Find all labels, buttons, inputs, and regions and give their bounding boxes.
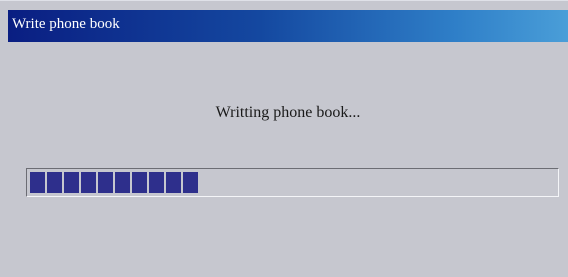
progress-segment xyxy=(64,172,79,193)
progress-segment xyxy=(149,172,164,193)
window-title: Write phone book xyxy=(12,16,120,32)
progress-segment xyxy=(98,172,113,193)
title-bar[interactable]: Write phone book xyxy=(8,10,568,42)
progress-segment xyxy=(47,172,62,193)
progress-segment xyxy=(183,172,198,193)
dialog-window: Write phone book Writting phone book... xyxy=(0,0,568,277)
progress-segment xyxy=(30,172,45,193)
progress-segment xyxy=(81,172,96,193)
progress-segment xyxy=(166,172,181,193)
progress-segment xyxy=(115,172,130,193)
progress-segment xyxy=(132,172,147,193)
status-message: Writting phone book... xyxy=(215,104,361,121)
progress-bar xyxy=(26,168,559,197)
dialog-body: Writting phone book... xyxy=(8,42,568,277)
